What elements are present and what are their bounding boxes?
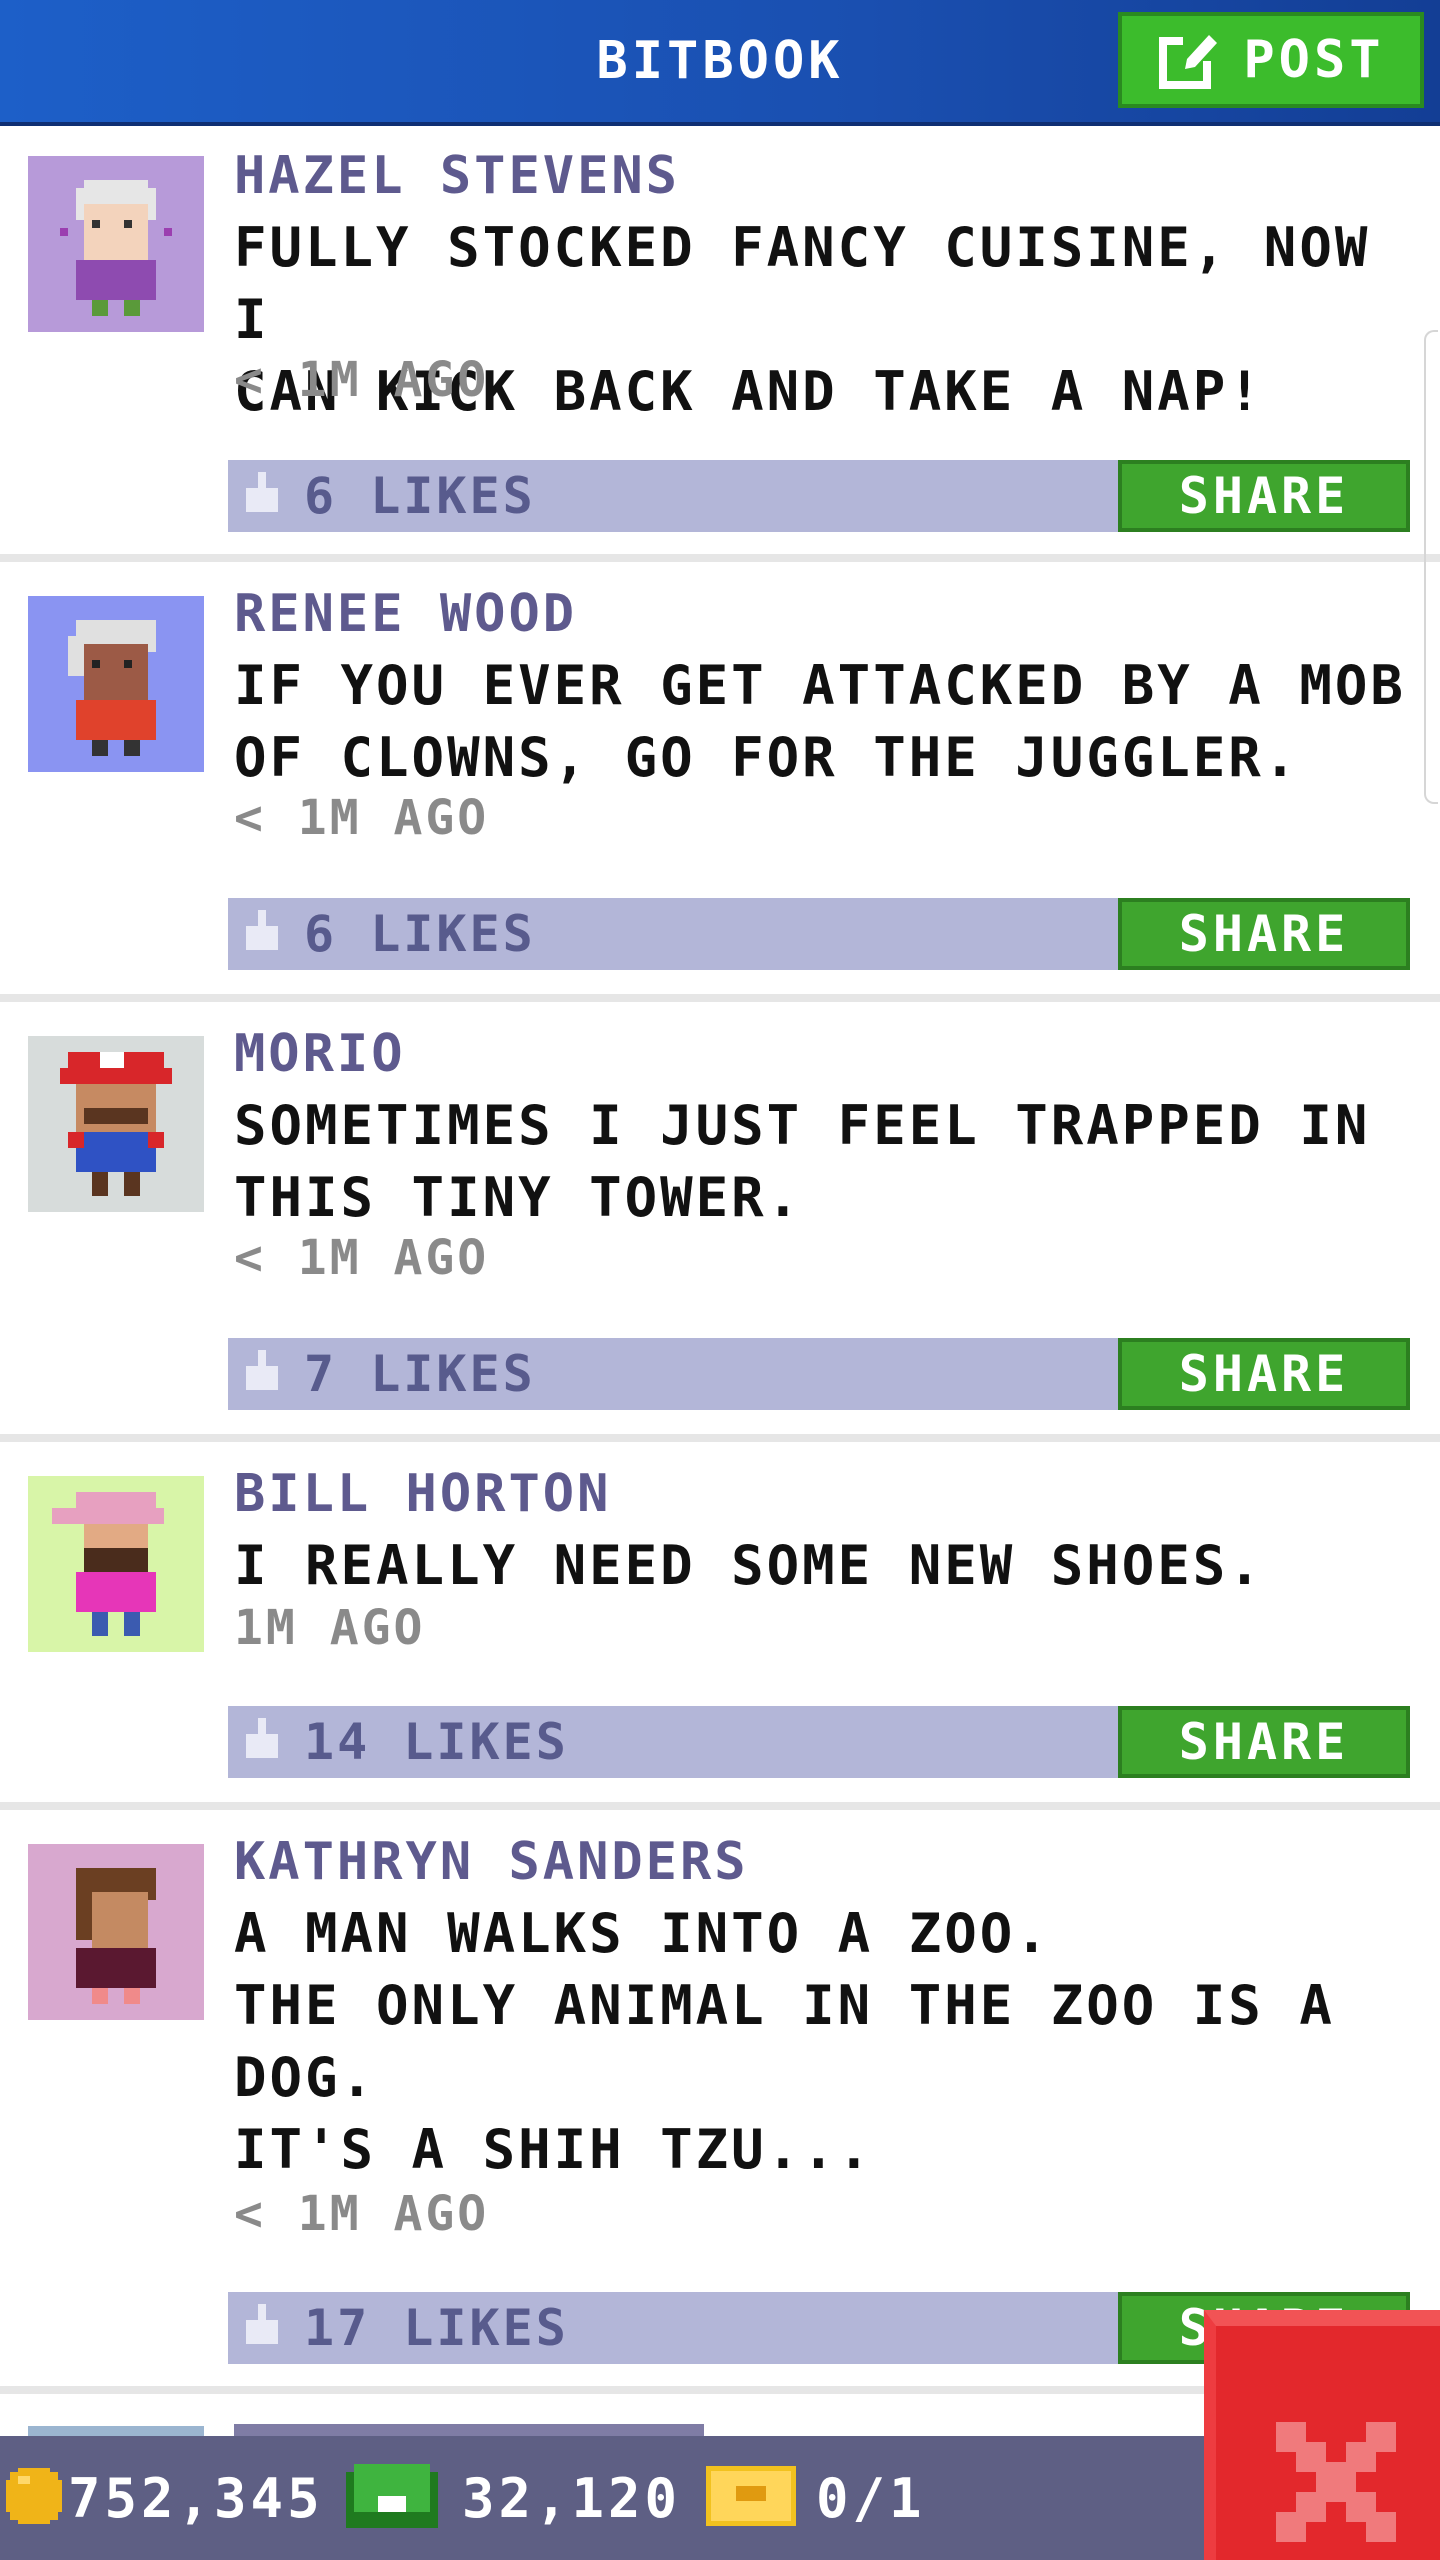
close-button[interactable] <box>1204 2310 1440 2560</box>
avatar[interactable] <box>28 1036 204 1212</box>
post-message: IF YOU EVER GET ATTACKED BY A MOB OF CLO… <box>234 654 1406 789</box>
thumbs-up-icon[interactable] <box>242 910 282 958</box>
coin-amount: 752,345 <box>68 2466 324 2530</box>
post-author[interactable]: HAZEL STEVENS <box>234 146 680 206</box>
next-post-avatar-peek <box>28 2426 204 2436</box>
thumbs-up-icon[interactable] <box>242 1350 282 1398</box>
avatar[interactable] <box>28 1844 204 2020</box>
post-timestamp: < 1M AGO <box>234 352 490 408</box>
post-author[interactable]: MORIO <box>234 1024 406 1084</box>
post-author[interactable]: RENEE WOOD <box>234 584 577 644</box>
thumbs-up-icon[interactable] <box>242 2304 282 2352</box>
ticket-amount: 0/1 <box>816 2466 926 2530</box>
bux-amount: 32,120 <box>462 2466 682 2530</box>
scrollbar[interactable] <box>1424 330 1438 804</box>
post-message: SOMETIMES I JUST FEEL TRAPPED IN THIS TI… <box>234 1094 1371 1229</box>
post-author[interactable]: KATHRYN SANDERS <box>234 1832 749 1892</box>
post-button[interactable]: POST <box>1118 12 1424 108</box>
post-message: A MAN WALKS INTO A ZOO. THE ONLY ANIMAL … <box>234 1902 1335 2181</box>
share-button[interactable]: SHARE <box>1118 460 1410 532</box>
ticket-counter: 0/1 <box>706 2436 926 2560</box>
feed-post: HAZEL STEVENS FULLY STOCKED FANCY CUISIN… <box>0 126 1440 562</box>
avatar[interactable] <box>28 156 204 332</box>
post-message: I REALLY NEED SOME NEW SHOES. <box>234 1534 1264 1597</box>
share-button[interactable]: SHARE <box>1118 1338 1410 1410</box>
post-timestamp: < 1M AGO <box>234 2186 490 2242</box>
bitbook-screen: BITBOOK POST HAZEL STEVENS FULLY STOCKED… <box>0 0 1440 2560</box>
avatar[interactable] <box>28 1476 204 1652</box>
feed-post: BILL HORTON I REALLY NEED SOME NEW SHOES… <box>0 1442 1440 1810</box>
feed-post: MORIO SOMETIMES I JUST FEEL TRAPPED IN T… <box>0 1002 1440 1442</box>
thumbs-up-icon[interactable] <box>242 1718 282 1766</box>
post-timestamp: < 1M AGO <box>234 790 490 846</box>
like-count: 14 LIKES <box>304 1713 569 1771</box>
post-label: POST <box>1243 30 1385 90</box>
share-button[interactable]: SHARE <box>1118 898 1410 970</box>
bux-icon <box>346 2464 438 2532</box>
ticket-icon <box>706 2466 796 2530</box>
like-bar: 7 LIKES SHARE <box>228 1338 1410 1410</box>
coin-counter: 752,345 <box>6 2436 324 2560</box>
like-count: 17 LIKES <box>304 2299 569 2357</box>
next-post-author-peek <box>234 2424 704 2436</box>
post-timestamp: 1M AGO <box>234 1600 426 1656</box>
close-icon <box>1276 2422 1396 2542</box>
post-timestamp: < 1M AGO <box>234 1230 490 1286</box>
header-bar: BITBOOK POST <box>0 0 1440 126</box>
like-count: 6 LIKES <box>304 467 536 525</box>
edit-icon <box>1157 27 1224 93</box>
bux-counter: 32,120 <box>346 2436 681 2560</box>
like-bar: 6 LIKES SHARE <box>228 898 1410 970</box>
like-count: 7 LIKES <box>304 1345 536 1403</box>
like-count: 6 LIKES <box>304 905 536 963</box>
like-bar: 14 LIKES SHARE <box>228 1706 1410 1778</box>
avatar[interactable] <box>28 596 204 772</box>
post-author[interactable]: BILL HORTON <box>234 1464 611 1524</box>
like-bar: 6 LIKES SHARE <box>228 460 1410 532</box>
share-button[interactable]: SHARE <box>1118 1706 1410 1778</box>
thumbs-up-icon[interactable] <box>242 472 282 520</box>
feed-post: RENEE WOOD IF YOU EVER GET ATTACKED BY A… <box>0 562 1440 1002</box>
feed-post: KATHRYN SANDERS A MAN WALKS INTO A ZOO. … <box>0 1810 1440 2394</box>
coin-icon <box>6 2468 62 2528</box>
